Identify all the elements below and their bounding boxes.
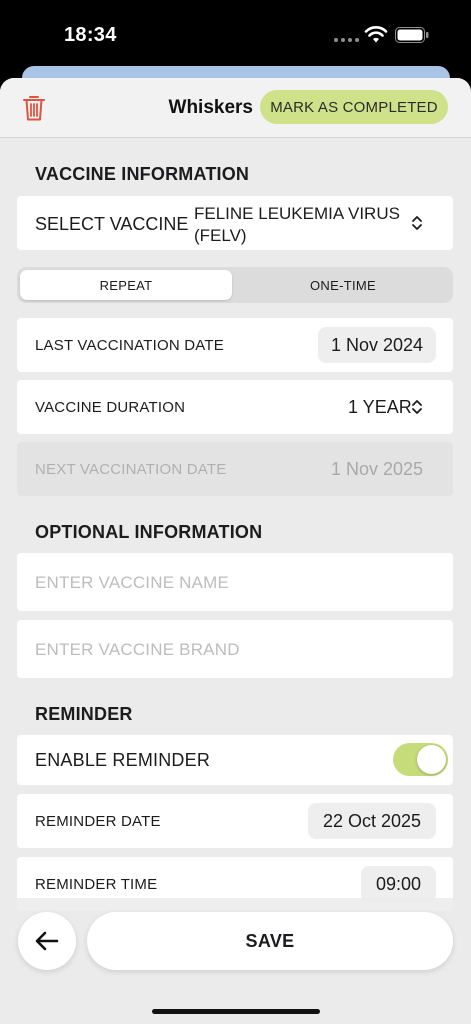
status-bar: 18:34 [0,0,471,70]
selected-vaccine-line2: (FELV) [194,226,247,245]
enable-reminder-row: ENABLE REMINDER [17,735,453,785]
last-vaccination-date-row: LAST VACCINATION DATE 1 Nov 2024 [17,318,453,372]
vaccine-duration-row[interactable]: VACCINE DURATION 1 YEAR [17,380,453,434]
pet-name: Whiskers [168,97,253,118]
vaccine-duration-label: VACCINE DURATION [35,399,186,416]
vaccine-brand-placeholder: ENTER VACCINE BRAND [35,640,240,659]
status-time: 18:34 [64,24,117,46]
selected-vaccine-line1: FELINE LEUKEMIA VIRUS [194,204,400,223]
arrow-left-icon [35,931,59,951]
home-indicator [152,1009,320,1014]
wifi-icon [364,26,388,43]
segment-repeat[interactable]: REPEAT [20,270,232,300]
vaccine-name-input[interactable]: ENTER VACCINE NAME [17,553,453,611]
next-vaccination-date-label: NEXT VACCINATION DATE [35,461,227,478]
vaccine-sheet: Whiskers MARK AS COMPLETED VACCINE INFOR… [0,78,471,1024]
reminder-time-label: REMINDER TIME [35,876,158,893]
optional-information-title: OPTIONAL INFORMATION [35,522,263,542]
vaccine-duration-value: 1 YEAR [348,397,412,417]
select-vaccine-label: SELECT VACCINE [35,214,189,234]
signal-dots-icon [334,38,359,42]
back-button[interactable] [18,912,76,970]
sheet-header: Whiskers MARK AS COMPLETED [0,78,471,138]
vaccine-information-title: VACCINE INFORMATION [35,164,250,184]
reminder-date-label: REMINDER DATE [35,813,161,830]
trash-icon[interactable] [22,94,46,122]
enable-reminder-toggle[interactable] [393,743,448,776]
selected-vaccine-value: FELINE LEUKEMIA VIRUS (FELV) [194,203,414,247]
chevron-updown-icon [412,400,422,414]
chevron-updown-icon [412,216,422,230]
reminder-title: REMINDER [35,704,133,724]
select-vaccine-row[interactable]: SELECT VACCINE FELINE LEUKEMIA VIRUS (FE… [17,196,453,250]
last-vaccination-date-label: LAST VACCINATION DATE [35,337,224,354]
reminder-date-row: REMINDER DATE 22 Oct 2025 [17,794,453,848]
segment-one-time[interactable]: ONE-TIME [236,270,450,300]
repeat-type-segmented-control: REPEAT ONE-TIME [17,267,453,303]
save-button[interactable]: SAVE [87,912,453,970]
toggle-knob [417,745,446,774]
vaccine-name-placeholder: ENTER VACCINE NAME [35,573,230,592]
next-vaccination-date-value: 1 Nov 2025 [331,459,424,479]
reminder-date-picker[interactable]: 22 Oct 2025 [308,803,436,839]
next-vaccination-date-row: NEXT VACCINATION DATE 1 Nov 2025 [17,442,453,496]
reminder-time-picker[interactable]: 09:00 [361,866,436,902]
enable-reminder-label: ENABLE REMINDER [35,750,211,770]
last-vaccination-date-picker[interactable]: 1 Nov 2024 [318,327,436,363]
battery-icon [395,27,429,43]
mark-as-completed-button[interactable]: MARK AS COMPLETED [260,90,448,124]
vaccine-brand-input[interactable]: ENTER VACCINE BRAND [17,620,453,678]
